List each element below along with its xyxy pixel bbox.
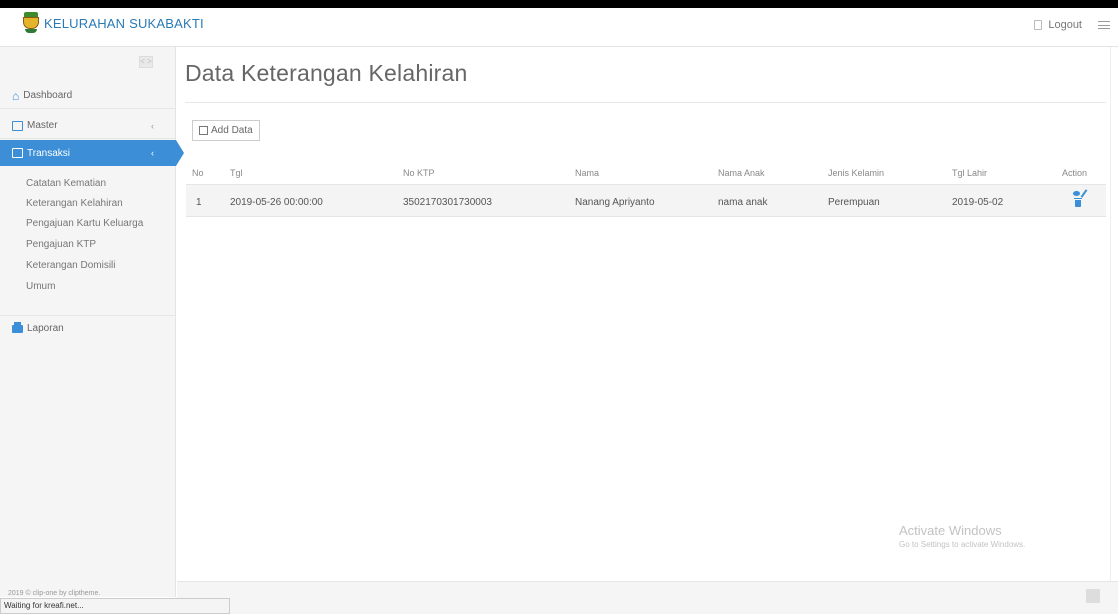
submenu-keterangan-kelahiran[interactable]: Keterangan Kelahiran xyxy=(26,198,123,209)
submenu-keterangan-domisili[interactable]: Keterangan Domisili xyxy=(26,260,116,271)
table-header: No Tgl No KTP Nama Nama Anak Jenis Kelam… xyxy=(186,164,1106,184)
page-title: Data Keterangan Kelahiran xyxy=(185,60,468,86)
logout-link[interactable]: Logout xyxy=(1048,19,1082,31)
pencil-icon[interactable] xyxy=(1080,189,1088,198)
column-header-action[interactable]: Action xyxy=(1062,168,1087,178)
cell-tgl-lahir: 2019-05-02 xyxy=(952,197,1004,208)
top-right-controls: Logout xyxy=(1034,19,1110,31)
watermark-subtitle: Go to Settings to activate Windows. xyxy=(899,540,1026,549)
logo-icon xyxy=(22,12,40,34)
cell-nama-anak: nama anak xyxy=(718,197,768,208)
table-row: 1 2019-05-26 00:00:00 3502170301730003 N… xyxy=(186,184,1106,217)
column-header-jenis-kelamin[interactable]: Jenis Kelamin xyxy=(828,168,884,178)
top-bar: KELURAHAN SUKABAKTI Logout xyxy=(0,0,1118,47)
submenu-pengajuan-ktp[interactable]: Pengajuan KTP xyxy=(26,239,96,250)
submenu-umum[interactable]: Umum xyxy=(26,281,55,292)
printer-icon xyxy=(12,321,23,333)
activate-windows-watermark: Activate Windows Go to Settings to activ… xyxy=(899,523,1025,549)
sidebar-collapse-button[interactable]: < > xyxy=(139,56,153,68)
sidebar-item-label: Transaksi xyxy=(27,147,70,159)
menu-icon[interactable] xyxy=(1098,21,1110,29)
main-content: Data Keterangan Kelahiran Add Data No Tg… xyxy=(177,47,1110,581)
sidebar-item-label: Laporan xyxy=(27,323,64,334)
trash-icon[interactable] xyxy=(1074,198,1082,207)
sidebar-item-transaksi[interactable]: Transaksi ‹ xyxy=(0,140,184,166)
column-header-nama-anak[interactable]: Nama Anak xyxy=(718,168,765,178)
watermark-title: Activate Windows xyxy=(899,523,1002,538)
cell-jenis-kelamin: Perempuan xyxy=(828,197,880,208)
page-scrollbar[interactable] xyxy=(1110,47,1118,581)
divider xyxy=(185,102,1106,103)
sidebar-item-master[interactable]: Master ‹ xyxy=(0,113,176,139)
sidebar-item-dashboard[interactable]: ⌂ Dashboard xyxy=(0,83,176,109)
sidebar: < > ⌂ Dashboard Master ‹ Transaksi ‹ Cat… xyxy=(0,47,184,597)
sidebar-item-label: Master xyxy=(27,120,58,131)
logout-icon[interactable] xyxy=(1034,20,1043,30)
row-actions xyxy=(1071,189,1095,213)
home-icon: ⌂ xyxy=(12,88,20,103)
browser-status-bar: Waiting for kreafi.net... xyxy=(0,598,230,614)
cell-no-ktp: 3502170301730003 xyxy=(403,197,492,208)
brand-name[interactable]: KELURAHAN SUKABAKTI xyxy=(44,16,204,31)
submenu-pengajuan-kartu-keluarga[interactable]: Pengajuan Kartu Keluarga xyxy=(26,218,143,229)
edit-icon xyxy=(12,120,23,131)
brand[interactable]: KELURAHAN SUKABAKTI xyxy=(22,12,204,34)
footer-copyright: 2019 © clip-one by cliptheme. xyxy=(8,590,101,597)
add-data-button[interactable]: Add Data xyxy=(192,120,260,141)
footer-bar xyxy=(177,581,1118,614)
eye-icon[interactable] xyxy=(1073,191,1080,196)
column-header-no[interactable]: No xyxy=(192,168,204,178)
sidebar-item-label: Dashboard xyxy=(23,90,73,101)
chevron-left-icon: ‹ xyxy=(151,120,154,131)
chevron-left-icon: ‹ xyxy=(151,148,154,158)
scroll-to-top-button[interactable] xyxy=(1086,589,1100,603)
cell-tgl: 2019-05-26 00:00:00 xyxy=(230,197,323,208)
submenu-catatan-kematian[interactable]: Catatan Kematian xyxy=(26,178,106,189)
column-header-nama[interactable]: Nama xyxy=(575,168,599,178)
edit-icon xyxy=(199,126,208,135)
cell-no: 1 xyxy=(196,197,202,208)
cell-nama: Nanang Apriyanto xyxy=(575,197,655,208)
add-data-label: Add Data xyxy=(211,125,253,136)
column-header-tgl[interactable]: Tgl xyxy=(230,168,243,178)
sidebar-item-laporan[interactable]: Laporan xyxy=(0,315,176,341)
edit-icon xyxy=(12,148,23,158)
column-header-no-ktp[interactable]: No KTP xyxy=(403,168,435,178)
column-header-tgl-lahir[interactable]: Tgl Lahir xyxy=(952,168,987,178)
